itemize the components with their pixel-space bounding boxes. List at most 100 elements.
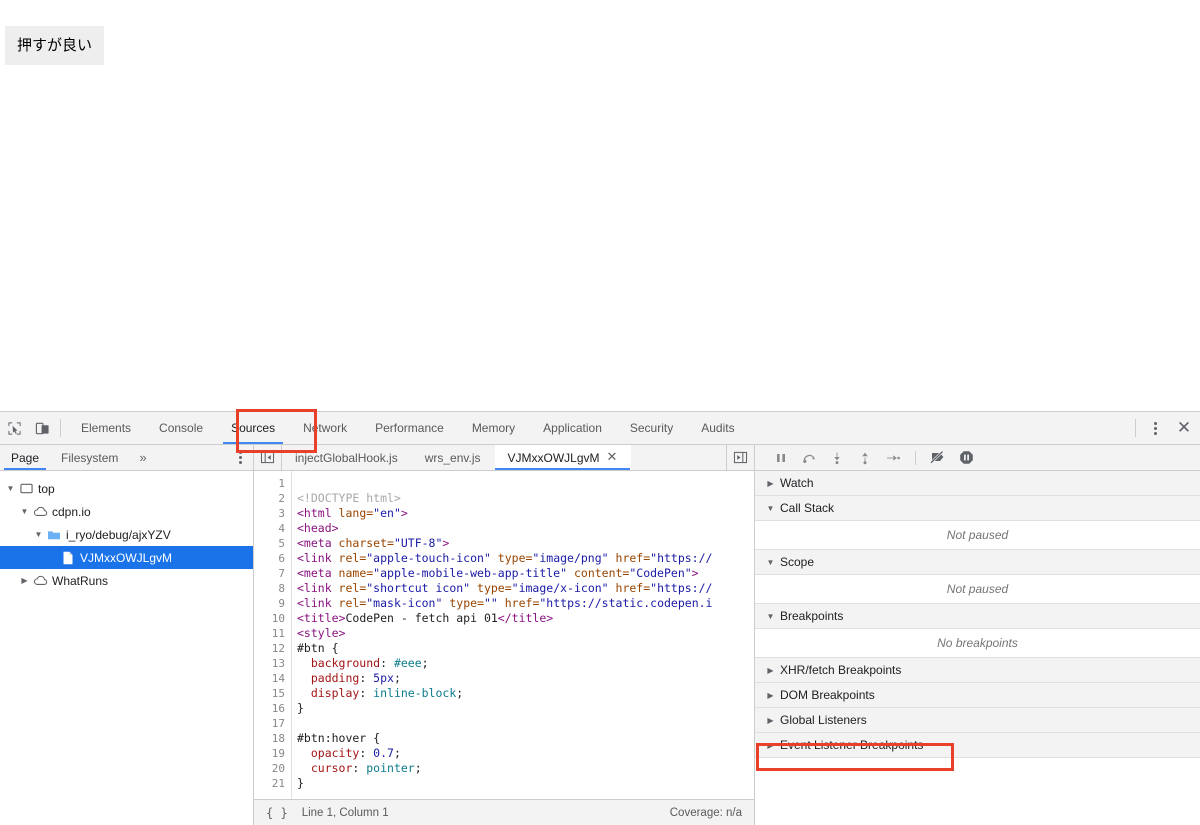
navigator-tab-filesystem[interactable]: Filesystem <box>50 445 129 470</box>
code-token: "" <box>483 596 498 610</box>
file-tab-label: wrs_env.js <box>424 450 481 465</box>
pretty-print-icon[interactable]: { } <box>266 806 288 820</box>
chevron-right-icon[interactable]: ▶ <box>764 691 777 700</box>
call-stack-empty-message: Not paused <box>755 521 1200 550</box>
source-code-content[interactable]: <!DOCTYPE html> <html lang="en"> <head> <me… <box>292 471 754 799</box>
line-number-gutter: 1 2 3 4 5 6 7 8 9 10 11 12 13 14 15 16 17 18 19 20 21 <box>254 471 292 799</box>
panel-call-stack[interactable]: ▼ Call Stack <box>755 496 1200 521</box>
chevron-down-icon[interactable]: ▼ <box>4 484 17 493</box>
panel-global-listeners[interactable]: ▶ Global Listeners <box>755 708 1200 733</box>
code-token: : <box>359 746 374 760</box>
scroll-tabs-left-icon[interactable] <box>254 445 282 470</box>
debugger-sidebar: ▶ Watch ▼ Call Stack Not paused ▼ Scope … <box>755 445 1200 825</box>
tab-elements[interactable]: Elements <box>67 412 145 444</box>
tree-item-VJMxxOWJLgvM[interactable]: VJMxxOWJLgvM <box>0 546 253 569</box>
code-line: <style> <box>297 626 754 641</box>
navigator-overflow-icon[interactable]: » <box>129 445 156 470</box>
page-button-btn[interactable]: 押すが良い <box>5 26 105 65</box>
chevron-down-icon[interactable]: ▼ <box>764 504 777 513</box>
panel-dom-breakpoints[interactable]: ▶ DOM Breakpoints <box>755 683 1200 708</box>
deactivate-breakpoints-button[interactable] <box>926 448 950 468</box>
code-line: } <box>297 701 754 716</box>
resume-pause-button[interactable] <box>769 448 793 468</box>
code-token: "UTF-8" <box>393 536 443 550</box>
tab-console[interactable]: Console <box>145 412 217 444</box>
code-line: display: inline-block; <box>297 686 754 701</box>
panel-scope[interactable]: ▼ Scope <box>755 550 1200 575</box>
chevron-down-icon[interactable]: ▼ <box>32 530 45 539</box>
device-toolbar-icon[interactable] <box>28 412 56 444</box>
chevron-right-icon[interactable]: ▶ <box>764 716 777 725</box>
step-over-button[interactable] <box>797 448 821 468</box>
file-tab-wrs-env-js[interactable]: wrs_env.js <box>412 445 495 470</box>
tree-item-cdpn-io[interactable]: ▼ cdpn.io <box>0 500 253 523</box>
panel-watch[interactable]: ▶ Watch <box>755 471 1200 496</box>
code-token: : <box>380 656 394 670</box>
tree-item-folder-i-ryo-debug-ajxYZV[interactable]: ▼ i_ryo/debug/ajxYZV <box>0 523 253 546</box>
tree-item-whatruns[interactable]: ▶ WhatRuns <box>0 569 253 592</box>
code-line: #btn { <box>297 641 754 656</box>
line-number: 6 <box>278 552 285 565</box>
code-token: cursor <box>297 761 353 775</box>
chevron-right-icon[interactable]: ▶ <box>18 576 31 585</box>
code-token: ; <box>456 686 464 700</box>
code-token: <link <box>297 581 339 595</box>
code-token: ; <box>393 746 401 760</box>
tab-memory[interactable]: Memory <box>458 412 529 444</box>
tab-performance[interactable]: Performance <box>361 412 458 444</box>
line-number: 15 <box>271 687 285 700</box>
chevron-down-icon[interactable]: ▼ <box>764 612 777 621</box>
editor-file-tabbar: injectGlobalHook.js wrs_env.js VJMxxOWJL… <box>254 445 754 471</box>
panel-title: XHR/fetch Breakpoints <box>780 663 902 677</box>
step-out-button[interactable] <box>853 448 877 468</box>
panel-breakpoints[interactable]: ▼ Breakpoints <box>755 604 1200 629</box>
code-token: CodePen - fetch api 01 <box>345 611 498 625</box>
cursor-position-label: Line 1, Column 1 <box>301 806 389 819</box>
navigator-tab-page[interactable]: Page <box>0 445 50 470</box>
code-token: } <box>297 776 304 790</box>
code-token: charset= <box>338 536 394 550</box>
rendered-page-area: 押すが良い <box>0 0 1200 411</box>
panel-title: Global Listeners <box>780 713 867 727</box>
file-tab-VJMxxOWJLgvM[interactable]: VJMxxOWJLgvM ✕ <box>494 445 632 470</box>
pause-on-exceptions-button[interactable] <box>954 448 978 468</box>
code-token: <meta <box>297 566 339 580</box>
cloud-icon <box>31 574 49 587</box>
chevron-right-icon[interactable]: ▶ <box>764 741 777 750</box>
tab-network[interactable]: Network <box>289 412 361 444</box>
step-button[interactable] <box>881 448 905 468</box>
tree-item-label: WhatRuns <box>52 573 109 588</box>
navigator-kebab-menu-icon[interactable] <box>227 445 253 470</box>
frame-icon <box>17 482 35 495</box>
chevron-right-icon[interactable]: ▶ <box>764 479 777 488</box>
inspect-element-icon[interactable] <box>0 412 28 444</box>
line-number: 11 <box>271 627 285 640</box>
line-number: 12 <box>271 642 285 655</box>
panel-event-listener-breakpoints[interactable]: ▶ Event Listener Breakpoints <box>755 733 1200 758</box>
tab-application[interactable]: Application <box>529 412 616 444</box>
tree-item-top[interactable]: ▼ top <box>0 477 253 500</box>
chevron-down-icon[interactable]: ▼ <box>18 507 31 516</box>
line-number: 20 <box>271 762 285 775</box>
step-into-button[interactable] <box>825 448 849 468</box>
chevron-down-icon[interactable]: ▼ <box>764 558 777 567</box>
scroll-tabs-right-icon[interactable] <box>726 445 754 470</box>
coverage-label: Coverage: n/a <box>669 806 742 819</box>
tab-security[interactable]: Security <box>616 412 687 444</box>
tab-audits[interactable]: Audits <box>687 412 748 444</box>
panel-xhr-fetch-breakpoints[interactable]: ▶ XHR/fetch Breakpoints <box>755 658 1200 683</box>
file-tab-injectGlobalHook-js[interactable]: injectGlobalHook.js <box>282 445 412 470</box>
tree-item-label: cdpn.io <box>52 504 91 519</box>
chevron-right-icon[interactable]: ▶ <box>764 666 777 675</box>
debugger-controls-toolbar <box>755 445 1200 471</box>
code-line: opacity: 0.7; <box>297 746 754 761</box>
code-token: type= <box>470 581 512 595</box>
code-line: #btn:hover { <box>297 731 754 746</box>
code-token: padding <box>297 671 360 685</box>
close-icon[interactable]: ✕ <box>607 451 618 464</box>
line-number: 5 <box>278 537 285 550</box>
code-editor[interactable]: 1 2 3 4 5 6 7 8 9 10 11 12 13 14 15 16 17 18 19 20 21 <!DOCT… <box>254 471 754 799</box>
tab-sources[interactable]: Sources <box>217 412 289 444</box>
close-icon[interactable]: ✕ <box>1168 412 1200 444</box>
kebab-menu-icon[interactable] <box>1142 412 1168 444</box>
